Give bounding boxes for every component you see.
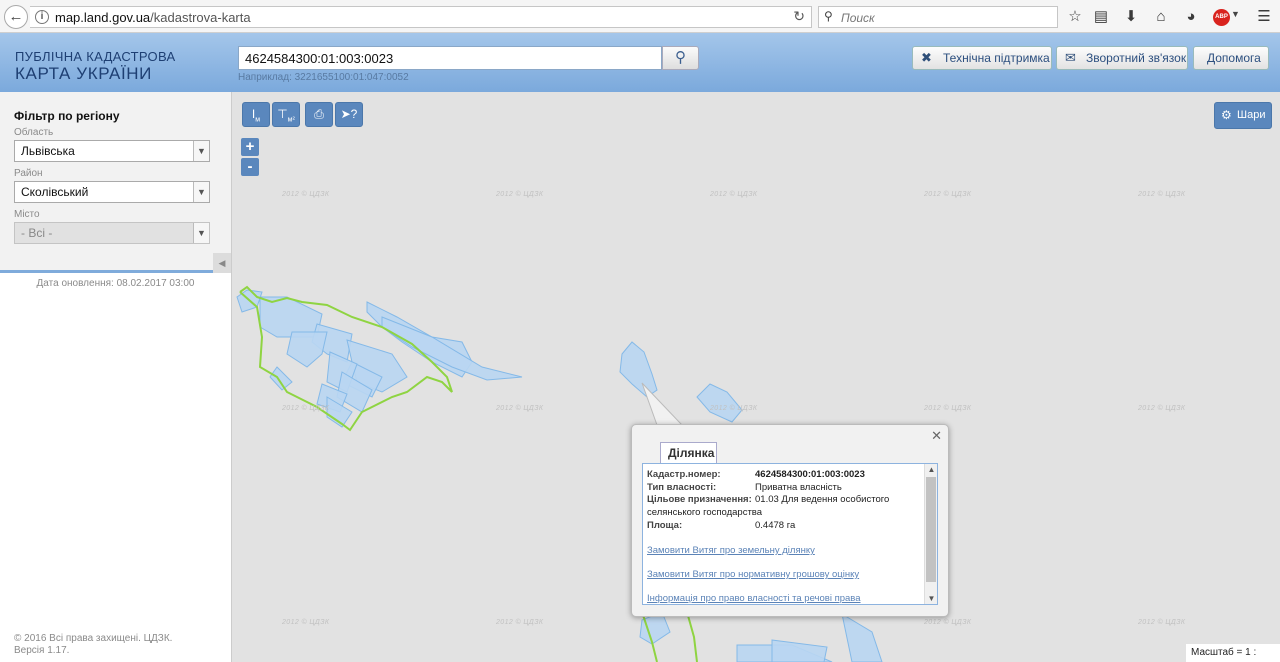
tools-icon: ✖ — [921, 50, 932, 65]
city-label: Місто — [14, 209, 40, 220]
watermark: 2012 © ЦДЗК — [496, 619, 544, 626]
reading-list-icon[interactable]: ▤ — [1091, 7, 1111, 27]
ruler-icon: Iм — [251, 107, 261, 124]
browser-toolbar: ← i map.land.gov.ua/kadastrova-karta ↻ ⚲… — [0, 0, 1280, 33]
logo-line-2: КАРТА УКРАЇНИ — [15, 64, 152, 83]
watermark: 2012 © ЦДЗК — [710, 405, 758, 412]
support-button[interactable]: ✖ Технічна підтримка — [912, 46, 1052, 70]
ownership-info-link[interactable]: Інформація про право власності та речові… — [647, 593, 861, 604]
menu-icon[interactable]: ☰ — [1254, 7, 1274, 27]
collapse-sidebar-button[interactable]: ◀ — [213, 253, 231, 273]
watermark: 2012 © ЦДЗК — [496, 405, 544, 412]
cadastral-search-input[interactable] — [238, 46, 662, 70]
chevron-left-icon: ◀ — [218, 258, 226, 268]
gear-icon: ⚙ — [1221, 108, 1232, 122]
sidebar: Фільтр по регіону Область Львівська ▼ Ра… — [0, 92, 232, 662]
reload-icon[interactable]: ↻ — [793, 8, 805, 25]
adblock-icon[interactable]: ABP — [1213, 9, 1230, 26]
watermark: 2012 © ЦДЗК — [282, 619, 330, 626]
chevron-down-icon: ▼ — [193, 223, 209, 243]
url-text: map.land.gov.ua/kadastrova-karta — [55, 10, 251, 25]
popup-content: Кадастр.номер: 4624584300:01:003:0023 Тип… — [642, 463, 938, 605]
watermark: 2012 © ЦДЗК — [496, 191, 544, 198]
home-icon[interactable]: ⌂ — [1151, 7, 1171, 27]
parcel — [696, 383, 743, 423]
chevron-down-icon: ▼ — [193, 141, 209, 161]
order-valuation-link[interactable]: Замовити Витяг про нормативну грошову оц… — [647, 569, 859, 580]
close-icon[interactable]: ✕ — [931, 428, 942, 444]
search-example: Наприклад: 3221655100:01:047:0052 — [238, 72, 409, 83]
region-filter: Фільтр по регіону Область Львівська ▼ Ра… — [0, 92, 231, 273]
filter-title: Фільтр по регіону — [14, 109, 120, 123]
watermark: 2012 © ЦДЗК — [924, 191, 972, 198]
district-label: Район — [14, 168, 43, 179]
zoom-out-button[interactable]: - — [241, 158, 259, 176]
info-icon[interactable]: i — [35, 10, 49, 24]
watermark: 2012 © ЦДЗК — [282, 191, 330, 198]
watermark: 2012 © ЦДЗК — [282, 405, 330, 412]
search-icon: ⚲ — [675, 49, 686, 66]
watermark: 2012 © ЦДЗК — [924, 405, 972, 412]
layers-button[interactable]: ⚙ Шари — [1214, 102, 1272, 129]
parcel — [286, 331, 328, 368]
map-canvas[interactable]: 2012 © ЦДЗК 2012 © ЦДЗК 2012 © ЦДЗК 2012… — [232, 92, 1280, 662]
chevron-down-icon[interactable]: ▼ — [1231, 9, 1240, 19]
identify-button[interactable]: ➤? — [335, 102, 363, 127]
print-icon: ⎙ — [314, 107, 324, 121]
search-icon: ⚲ — [824, 9, 833, 23]
chevron-down-icon: ▼ — [193, 182, 209, 202]
help-button[interactable]: Допомога — [1193, 46, 1269, 70]
order-extract-link[interactable]: Замовити Витяг про земельну ділянку — [647, 545, 815, 556]
watermark: 2012 © ЦДЗК — [924, 619, 972, 626]
parcel — [269, 366, 293, 391]
chevron-down-icon: ▼ — [927, 594, 936, 603]
watermark: 2012 © ЦДЗК — [710, 191, 758, 198]
watermark: 2012 © ЦДЗК — [1138, 619, 1186, 626]
measure-length-button[interactable]: Iм — [242, 102, 270, 127]
print-button[interactable]: ⎙ — [305, 102, 333, 127]
measure-area-button[interactable]: ⊤м² — [272, 102, 300, 127]
city-select[interactable]: - Всі - ▼ — [14, 222, 210, 244]
update-date: Дата оновлення: 08.02.2017 03:00 — [36, 278, 195, 289]
parcel — [841, 612, 883, 662]
scroll-thumb[interactable] — [926, 477, 936, 582]
search-button[interactable]: ⚲ — [662, 46, 699, 70]
chevron-up-icon: ▲ — [927, 465, 936, 474]
tab-parcel[interactable]: Ділянка — [660, 442, 717, 464]
region-label: Область — [14, 127, 54, 138]
pocket-icon[interactable]: ◕ — [1181, 7, 1201, 27]
envelope-icon: ✉ — [1065, 50, 1076, 65]
download-icon[interactable]: ⬇ — [1121, 7, 1141, 27]
parcel — [771, 639, 828, 662]
browser-search-input[interactable]: ⚲ Поиск — [818, 6, 1058, 28]
logo-line-1: ПУБЛІЧНА КАДАСТРОВА — [15, 49, 176, 64]
feedback-button[interactable]: ✉ Зворотний зв'язок — [1056, 46, 1188, 70]
parcel-popup: ✕ Ділянка Кадастр.номер: 4624584300:01:00… — [631, 424, 949, 617]
scale-indicator: Масштаб = 1 : 8531 — [1186, 644, 1280, 662]
watermark: 2012 © ЦДЗК — [1138, 405, 1186, 412]
region-select[interactable]: Львівська ▼ — [14, 140, 210, 162]
search-placeholder: Поиск — [841, 11, 875, 25]
boundary-line — [686, 611, 698, 662]
watermark: 2012 © ЦДЗК — [1138, 191, 1186, 198]
bookmark-star-icon[interactable]: ☆ — [1065, 7, 1085, 27]
zoom-in-button[interactable]: + — [241, 138, 259, 156]
area-ruler-icon: ⊤м² — [277, 107, 295, 124]
address-bar[interactable]: i map.land.gov.ua/kadastrova-karta ↻ — [30, 6, 812, 28]
back-arrow-icon[interactable]: ← — [4, 5, 28, 29]
district-select[interactable]: Сколівський ▼ — [14, 181, 210, 203]
popup-scrollbar[interactable]: ▲ ▼ — [924, 464, 937, 604]
pointer-help-icon: ➤? — [340, 107, 358, 121]
copyright: © 2016 Всі права захищені. ЦДЗК. Версія … — [14, 633, 173, 656]
